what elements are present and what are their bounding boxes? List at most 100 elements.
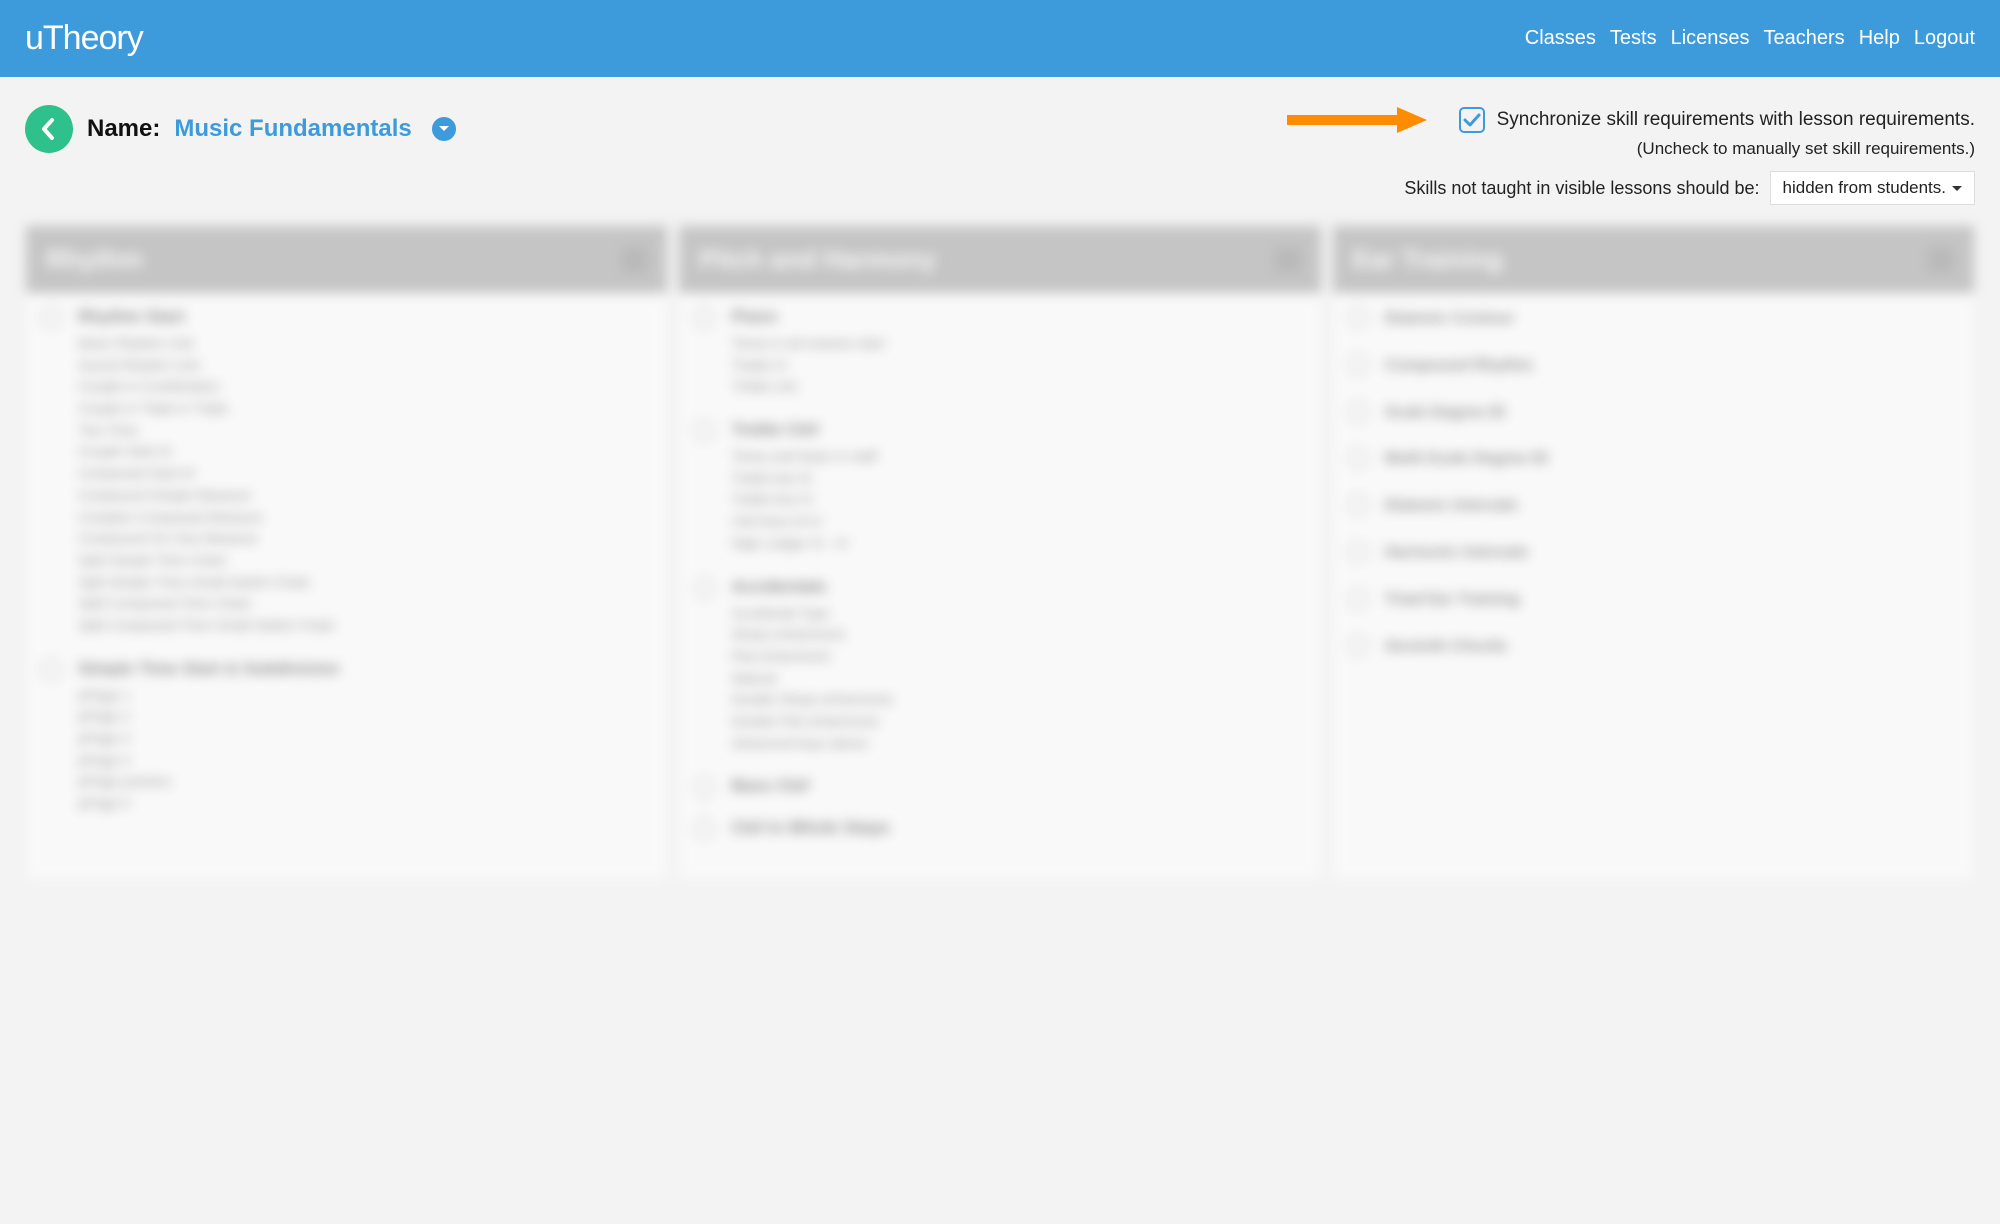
lesson-checkbox[interactable]	[1347, 541, 1369, 563]
lesson-item: Split Composed Time Chain	[78, 593, 649, 615]
sync-note: (Uncheck to manually set skill requireme…	[1287, 139, 1975, 159]
lesson-block: Treble Clef Tones and basic in staff Trebl…	[697, 420, 1302, 554]
lesson-title: Bass Clef	[731, 776, 1302, 796]
lesson-checkbox[interactable]	[1347, 494, 1369, 516]
lesson-item: Natural	[731, 668, 1302, 690]
lesson-checkbox[interactable]	[693, 818, 715, 840]
column-body: Diatonic ContourCompound RhythmScale Deg…	[1333, 293, 1974, 701]
lesson-title: Accidentals	[731, 577, 1302, 597]
app-header: uTheory Classes Tests Licenses Teachers …	[0, 0, 2000, 77]
nav-teachers[interactable]: Teachers	[1764, 27, 1845, 50]
lesson-checkbox[interactable]	[693, 307, 715, 329]
lesson-checkbox[interactable]	[40, 659, 62, 681]
lesson-block: Multi-Scale Degree ID	[1351, 447, 1956, 472]
checkmark-icon	[1463, 113, 1481, 127]
lesson-checkbox[interactable]	[1347, 401, 1369, 423]
skills-visibility-select[interactable]: hidden from students.	[1770, 171, 1975, 205]
lesson-item: Treble unit	[731, 376, 1302, 398]
lesson-item: Split Simple Time Chain	[78, 550, 649, 572]
gear-icon[interactable]	[1275, 247, 1301, 273]
lesson-checkbox[interactable]	[693, 420, 715, 442]
lesson-item: pPage 3	[78, 728, 649, 750]
column-body: PianoTones in all octaves startTreble IV…	[679, 293, 1320, 880]
lesson-checkbox[interactable]	[1347, 635, 1369, 657]
lesson-item: pPage 2	[78, 706, 649, 728]
lesson-block: Clef in Whole Steps	[697, 818, 1302, 838]
lesson-checkbox[interactable]	[1347, 447, 1369, 469]
lesson-item: Compound On One Measure	[78, 528, 649, 550]
name-label: Name:	[87, 115, 160, 143]
nav-tests[interactable]: Tests	[1610, 27, 1657, 50]
sync-row: Synchronize skill requirements with less…	[1287, 105, 1975, 135]
lesson-checkbox[interactable]	[40, 307, 62, 329]
nav-licenses[interactable]: Licenses	[1671, 27, 1750, 50]
lesson-item: pPage practice	[78, 771, 649, 793]
lesson-item: pPage 1	[78, 685, 649, 707]
lesson-item: High Ledger III - IV	[731, 533, 1302, 555]
lesson-block: Rhythm Start Basic Rhythm UnitSound Rhyth…	[44, 307, 649, 637]
chevron-left-icon	[40, 117, 58, 141]
column-pitch: Pitch and Harmony PianoTones in all octa…	[678, 225, 1321, 881]
lesson-item: Treble line IV	[731, 489, 1302, 511]
column-title: Ear Training	[1353, 244, 1503, 275]
skills-visibility-row: Skills not taught in visible lessons sho…	[1287, 171, 1975, 205]
lesson-block: PianoTones in all octaves startTreble IV…	[697, 307, 1302, 398]
lesson-title: Piano	[731, 307, 1302, 327]
chevron-down-icon	[438, 125, 450, 133]
back-button[interactable]	[25, 105, 73, 153]
lesson-checkbox[interactable]	[693, 577, 715, 599]
column-title: Pitch and Harmony	[699, 244, 936, 275]
lesson-title: Rhythm Start	[78, 307, 649, 327]
lesson-item: Split Simple Time Small Switch Chain	[78, 572, 649, 594]
logo-text: uTheory	[25, 19, 143, 58]
lesson-title: Seventh Chords	[1385, 635, 1956, 660]
lesson-block: Scale Degree ID	[1351, 401, 1956, 426]
lesson-checkbox[interactable]	[1347, 354, 1369, 376]
lesson-item: Clef lines III-IV	[731, 511, 1302, 533]
lesson-title: Diatonic Contour	[1385, 307, 1956, 332]
lesson-item: Double Sharp enharmonic	[731, 689, 1302, 711]
lesson-item: Accidental Type	[731, 603, 1302, 625]
nav-classes[interactable]: Classes	[1525, 27, 1596, 50]
lesson-item: Basic Rhythm Unit	[78, 333, 649, 355]
column-rhythm: Rhythm Rhythm Start Basic Rhythm UnitSoun…	[25, 225, 668, 881]
lesson-item: Compound Simple Measure	[78, 485, 649, 507]
column-title: Rhythm	[46, 244, 143, 275]
column-header: Pitch and Harmony	[679, 226, 1320, 293]
lesson-item: pPage 5	[78, 793, 649, 815]
class-name[interactable]: Music Fundamentals	[174, 115, 411, 143]
toolbar: Name: Music Fundamentals Synchronize ski…	[0, 77, 2000, 225]
nav-help[interactable]: Help	[1859, 27, 1900, 50]
lesson-item: Double Flat enharmonic	[731, 711, 1302, 733]
lesson-item: Composed Start III	[78, 463, 649, 485]
sync-label: Synchronize skill requirements with less…	[1497, 109, 1975, 131]
lesson-title: Treble Clef	[731, 420, 1302, 440]
lesson-item: pPage 4	[78, 750, 649, 772]
class-dropdown[interactable]	[432, 117, 456, 141]
column-body: Rhythm Start Basic Rhythm UnitSound Rhyth…	[26, 293, 667, 857]
lesson-item: Advanced keys above	[731, 733, 1302, 755]
gear-icon[interactable]	[1928, 247, 1954, 273]
lesson-checkbox[interactable]	[1347, 307, 1369, 329]
lesson-checkbox[interactable]	[693, 776, 715, 798]
lesson-item: Tones and basic in staff	[731, 446, 1302, 468]
lesson-item: Couple in Triple in Triple	[78, 398, 649, 420]
column-ear-training: Ear Training Diatonic ContourCompound Rh…	[1332, 225, 1975, 881]
column-header: Ear Training	[1333, 226, 1974, 293]
sync-checkbox[interactable]	[1459, 107, 1485, 133]
lesson-block: AccidentalsAccidental TypeSharp enharmon…	[697, 577, 1302, 755]
logo[interactable]: uTheory	[25, 19, 143, 58]
nav-links: Classes Tests Licenses Teachers Help Log…	[1525, 27, 1975, 50]
lesson-title: Clef in Whole Steps	[731, 818, 1302, 838]
lesson-block: Harmonic Intervals	[1351, 541, 1956, 566]
nav-logout[interactable]: Logout	[1914, 27, 1975, 50]
lesson-block: Seventh Chords	[1351, 635, 1956, 660]
lesson-item: Complex Composed Measure	[78, 507, 649, 529]
lesson-item: Sound Rhythm Unit	[78, 355, 649, 377]
lesson-title: Diatonic Intervals	[1385, 494, 1956, 519]
lesson-item: Flat enharmonic	[731, 646, 1302, 668]
lesson-checkbox[interactable]	[1347, 588, 1369, 610]
lesson-title: Multi-Scale Degree ID	[1385, 447, 1956, 472]
gear-icon[interactable]	[621, 247, 647, 273]
lesson-block: Triad Ear Training	[1351, 588, 1956, 613]
